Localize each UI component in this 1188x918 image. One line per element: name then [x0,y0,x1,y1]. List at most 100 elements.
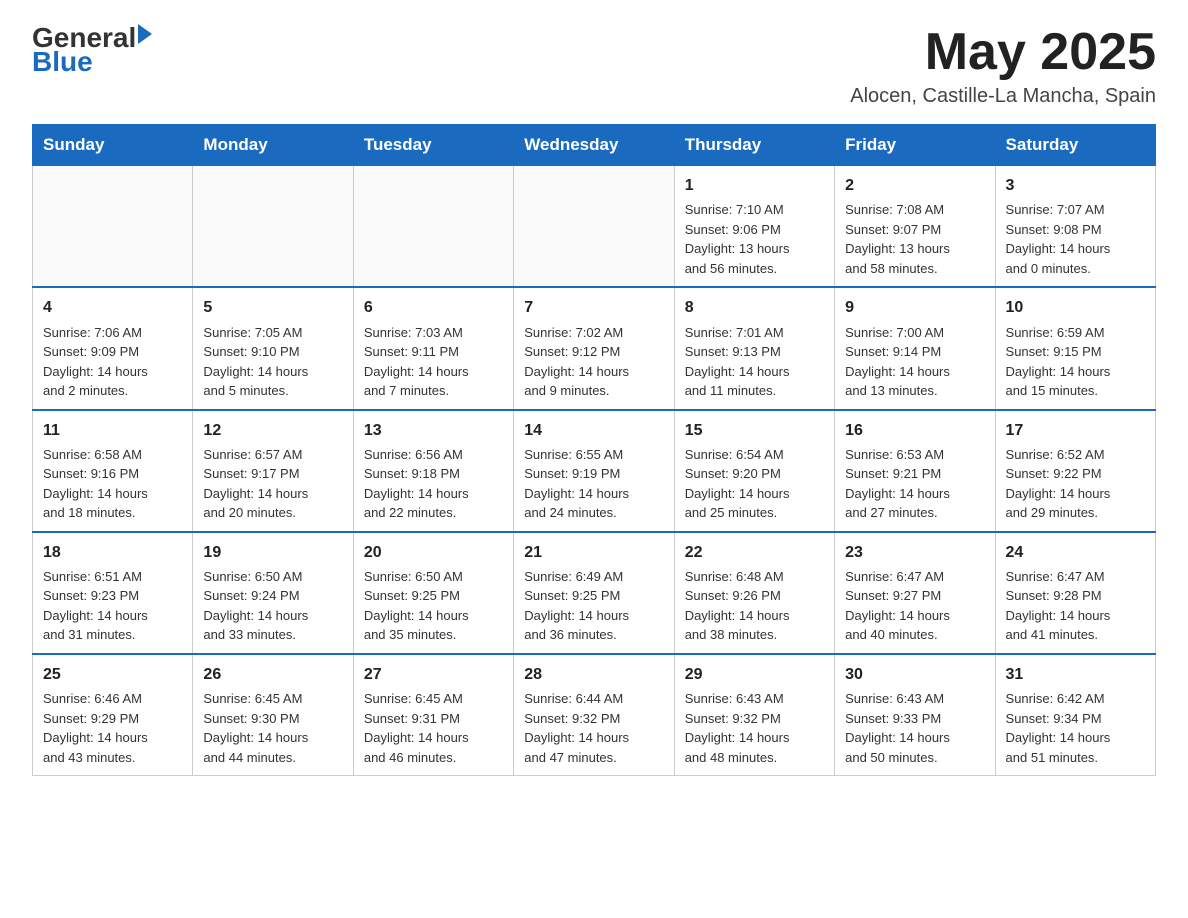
calendar-cell: 5 Sunrise: 7:05 AM Sunset: 9:10 PM Daylig… [193,287,353,409]
calendar-day-header: Thursday [674,125,834,166]
calendar-cell: 18 Sunrise: 6:51 AM Sunset: 9:23 PM Dayli… [33,532,193,654]
logo-blue-text: Blue [32,48,152,76]
calendar-cell [33,166,193,288]
calendar-location: Alocen, Castille-La Mancha, Spain [850,85,1156,108]
day-info: Sunrise: 6:47 AM Sunset: 9:27 PM Dayligh… [845,567,984,645]
calendar-day-header: Wednesday [514,125,674,166]
calendar-cell: 10Sunrise: 6:59 AM Sunset: 9:15 PM Dayli… [995,287,1155,409]
day-number: 7 [524,296,663,319]
calendar-cell: 30 Sunrise: 6:43 AM Sunset: 9:33 PM Dayli… [835,654,995,776]
day-info: Sunrise: 6:48 AM Sunset: 9:26 PM Dayligh… [685,567,824,645]
calendar-cell: 21 Sunrise: 6:49 AM Sunset: 9:25 PM Dayli… [514,532,674,654]
day-info: Sunrise: 6:57 AM Sunset: 9:17 PM Dayligh… [203,445,342,523]
calendar-cell: 27 Sunrise: 6:45 AM Sunset: 9:31 PM Dayli… [353,654,513,776]
day-info: Sunrise: 7:10 AM Sunset: 9:06 PM Dayligh… [685,200,824,278]
day-number: 29 [685,663,824,686]
day-number: 12 [203,419,342,442]
day-number: 15 [685,419,824,442]
calendar-cell: 13Sunrise: 6:56 AM Sunset: 9:18 PM Dayli… [353,410,513,532]
calendar-cell: 7Sunrise: 7:02 AM Sunset: 9:12 PM Daylig… [514,287,674,409]
calendar-cell: 19 Sunrise: 6:50 AM Sunset: 9:24 PM Dayli… [193,532,353,654]
calendar-cell: 25Sunrise: 6:46 AM Sunset: 9:29 PM Dayli… [33,654,193,776]
day-number: 16 [845,419,984,442]
calendar-cell: 22 Sunrise: 6:48 AM Sunset: 9:26 PM Dayli… [674,532,834,654]
day-number: 18 [43,541,182,564]
calendar-day-header: Sunday [33,125,193,166]
day-number: 5 [203,296,342,319]
calendar-cell: 6 Sunrise: 7:03 AM Sunset: 9:11 PM Daylig… [353,287,513,409]
calendar-cell: 23 Sunrise: 6:47 AM Sunset: 9:27 PM Dayli… [835,532,995,654]
day-number: 23 [845,541,984,564]
calendar-cell [193,166,353,288]
calendar-cell: 28Sunrise: 6:44 AM Sunset: 9:32 PM Dayli… [514,654,674,776]
logo: General Blue [32,24,152,76]
day-number: 28 [524,663,663,686]
day-info: Sunrise: 6:58 AM Sunset: 9:16 PM Dayligh… [43,445,182,523]
day-number: 4 [43,296,182,319]
day-number: 2 [845,174,984,197]
day-info: Sunrise: 7:06 AM Sunset: 9:09 PM Dayligh… [43,323,182,401]
day-number: 1 [685,174,824,197]
day-number: 14 [524,419,663,442]
calendar-cell: 3 Sunrise: 7:07 AM Sunset: 9:08 PM Daylig… [995,166,1155,288]
day-info: Sunrise: 6:43 AM Sunset: 9:32 PM Dayligh… [685,689,824,767]
day-number: 24 [1006,541,1145,564]
day-number: 9 [845,296,984,319]
day-info: Sunrise: 6:45 AM Sunset: 9:31 PM Dayligh… [364,689,503,767]
logo-arrow-icon [138,24,152,44]
day-info: Sunrise: 6:59 AM Sunset: 9:15 PM Dayligh… [1006,323,1145,401]
day-number: 19 [203,541,342,564]
page-header: General Blue May 2025 Alocen, Castille-L… [32,24,1156,108]
day-number: 17 [1006,419,1145,442]
day-number: 21 [524,541,663,564]
calendar-cell: 8 Sunrise: 7:01 AM Sunset: 9:13 PM Daylig… [674,287,834,409]
calendar-table: SundayMondayTuesdayWednesdayThursdayFrid… [32,124,1156,776]
day-number: 20 [364,541,503,564]
day-number: 31 [1006,663,1145,686]
calendar-cell: 1 Sunrise: 7:10 AM Sunset: 9:06 PM Daylig… [674,166,834,288]
calendar-week-row: 11 Sunrise: 6:58 AM Sunset: 9:16 PM Dayli… [33,410,1156,532]
day-info: Sunrise: 7:05 AM Sunset: 9:10 PM Dayligh… [203,323,342,401]
day-info: Sunrise: 6:47 AM Sunset: 9:28 PM Dayligh… [1006,567,1145,645]
day-number: 6 [364,296,503,319]
day-number: 8 [685,296,824,319]
calendar-week-row: 4 Sunrise: 7:06 AM Sunset: 9:09 PM Daylig… [33,287,1156,409]
calendar-cell: 16Sunrise: 6:53 AM Sunset: 9:21 PM Dayli… [835,410,995,532]
day-number: 13 [364,419,503,442]
calendar-cell: 14 Sunrise: 6:55 AM Sunset: 9:19 PM Dayli… [514,410,674,532]
day-info: Sunrise: 7:07 AM Sunset: 9:08 PM Dayligh… [1006,200,1145,278]
calendar-cell: 11 Sunrise: 6:58 AM Sunset: 9:16 PM Dayli… [33,410,193,532]
day-info: Sunrise: 6:49 AM Sunset: 9:25 PM Dayligh… [524,567,663,645]
day-number: 3 [1006,174,1145,197]
day-info: Sunrise: 6:52 AM Sunset: 9:22 PM Dayligh… [1006,445,1145,523]
calendar-cell [353,166,513,288]
calendar-cell: 15 Sunrise: 6:54 AM Sunset: 9:20 PM Dayli… [674,410,834,532]
day-number: 11 [43,419,182,442]
calendar-cell: 24 Sunrise: 6:47 AM Sunset: 9:28 PM Dayli… [995,532,1155,654]
day-info: Sunrise: 6:46 AM Sunset: 9:29 PM Dayligh… [43,689,182,767]
day-info: Sunrise: 6:55 AM Sunset: 9:19 PM Dayligh… [524,445,663,523]
day-info: Sunrise: 7:03 AM Sunset: 9:11 PM Dayligh… [364,323,503,401]
day-info: Sunrise: 6:42 AM Sunset: 9:34 PM Dayligh… [1006,689,1145,767]
day-info: Sunrise: 7:08 AM Sunset: 9:07 PM Dayligh… [845,200,984,278]
day-number: 26 [203,663,342,686]
calendar-cell: 26Sunrise: 6:45 AM Sunset: 9:30 PM Dayli… [193,654,353,776]
day-number: 22 [685,541,824,564]
day-info: Sunrise: 6:50 AM Sunset: 9:24 PM Dayligh… [203,567,342,645]
day-number: 27 [364,663,503,686]
day-info: Sunrise: 6:43 AM Sunset: 9:33 PM Dayligh… [845,689,984,767]
day-info: Sunrise: 7:01 AM Sunset: 9:13 PM Dayligh… [685,323,824,401]
day-info: Sunrise: 6:54 AM Sunset: 9:20 PM Dayligh… [685,445,824,523]
calendar-cell: 31 Sunrise: 6:42 AM Sunset: 9:34 PM Dayli… [995,654,1155,776]
calendar-week-row: 1 Sunrise: 7:10 AM Sunset: 9:06 PM Daylig… [33,166,1156,288]
calendar-header-row: SundayMondayTuesdayWednesdayThursdayFrid… [33,125,1156,166]
calendar-title: May 2025 [850,24,1156,81]
day-info: Sunrise: 6:51 AM Sunset: 9:23 PM Dayligh… [43,567,182,645]
calendar-cell [514,166,674,288]
calendar-cell: 9Sunrise: 7:00 AM Sunset: 9:14 PM Daylig… [835,287,995,409]
calendar-cell: 29 Sunrise: 6:43 AM Sunset: 9:32 PM Dayli… [674,654,834,776]
calendar-cell: 17 Sunrise: 6:52 AM Sunset: 9:22 PM Dayli… [995,410,1155,532]
calendar-cell: 2 Sunrise: 7:08 AM Sunset: 9:07 PM Daylig… [835,166,995,288]
day-number: 30 [845,663,984,686]
calendar-day-header: Saturday [995,125,1155,166]
